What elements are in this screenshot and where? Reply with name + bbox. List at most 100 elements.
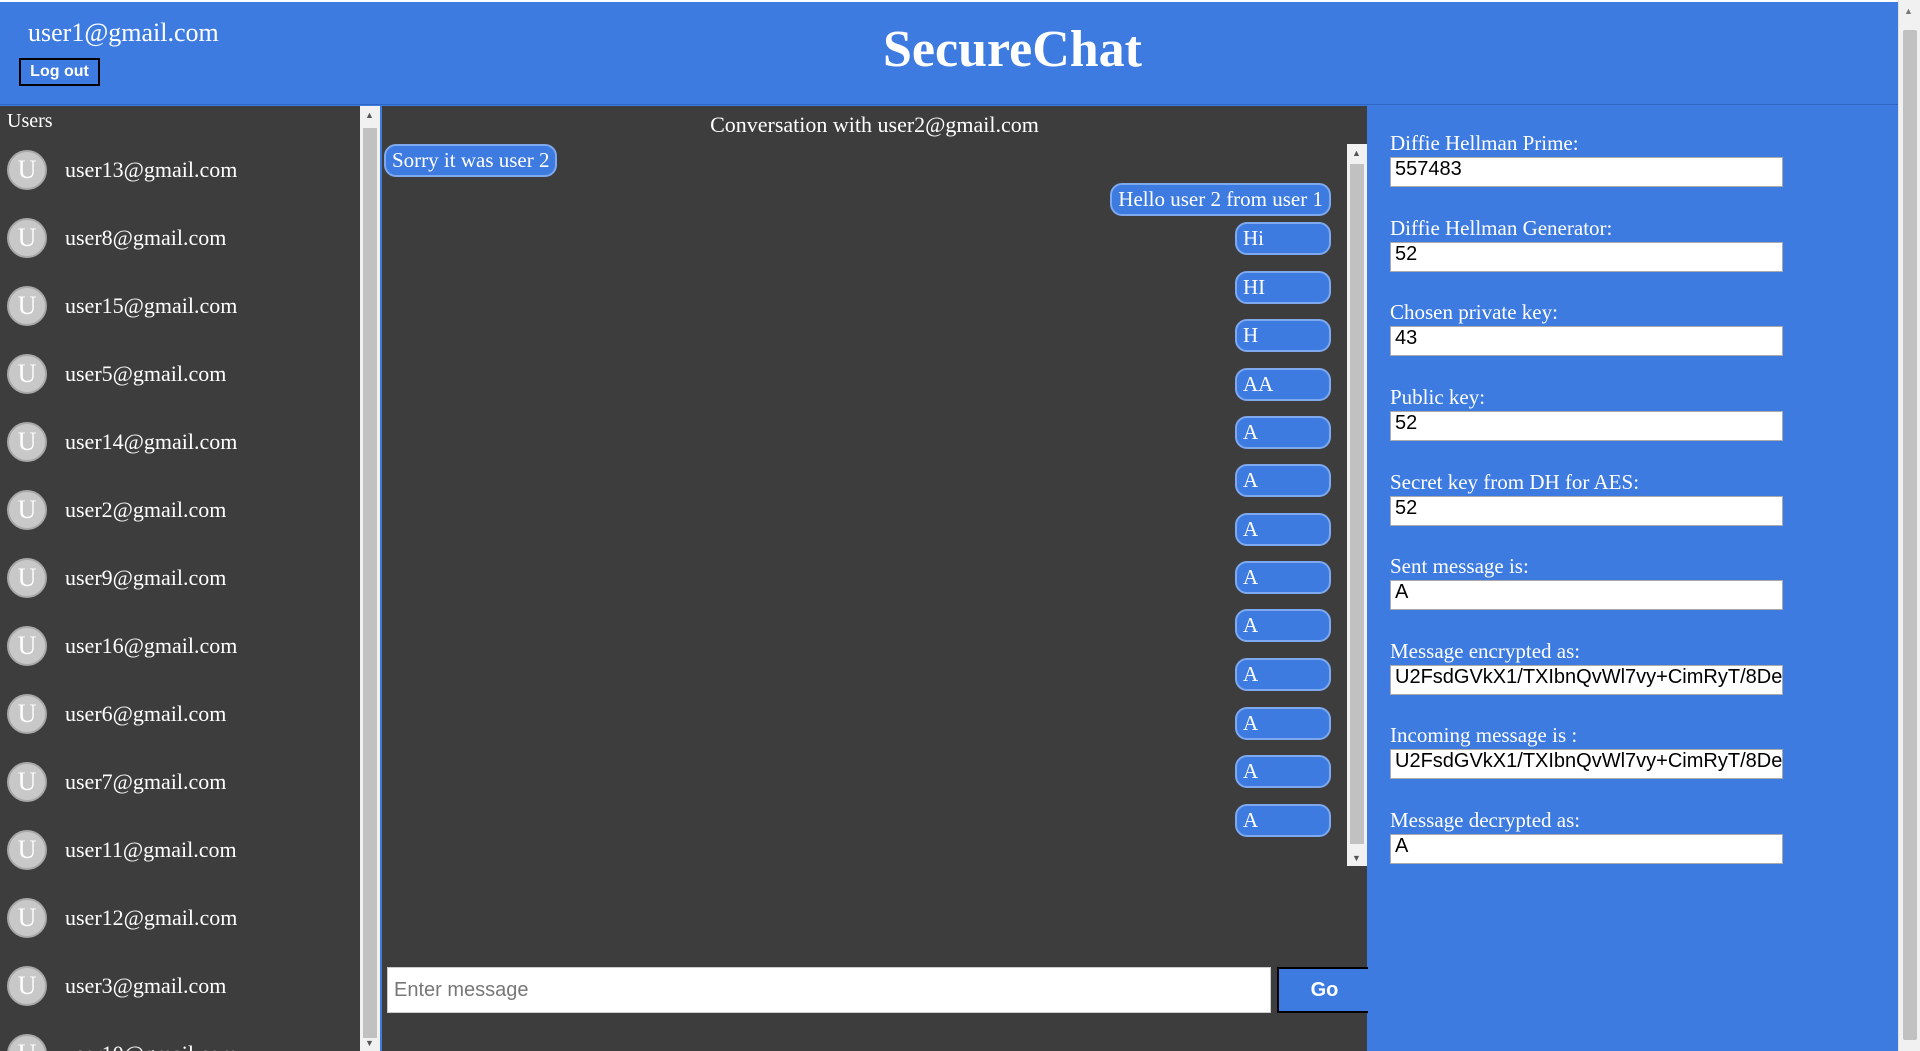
page-scrollbar[interactable]: ▲ — [1898, 0, 1920, 1051]
outgoing-message: Hi — [1235, 222, 1331, 255]
outgoing-message: A — [1235, 658, 1331, 691]
outgoing-message: HI — [1235, 271, 1331, 304]
field-label: Public key: — [1390, 385, 1486, 409]
field-label: Diffie Hellman Prime: — [1390, 131, 1579, 155]
avatar: U — [7, 966, 47, 1006]
field-label: Message decrypted as: — [1390, 808, 1581, 832]
users-scrollbar[interactable]: ▲ ▼ — [360, 106, 380, 1051]
private-key-value[interactable]: 43 — [1390, 326, 1783, 356]
user-list-item[interactable]: Uuser7@gmail.com — [0, 748, 360, 816]
user-email: user2@gmail.com — [65, 497, 227, 522]
avatar: U — [7, 558, 47, 598]
user-list-item[interactable]: Uuser13@gmail.com — [0, 136, 360, 204]
scrollbar-thumb[interactable] — [1350, 164, 1364, 844]
user-list-item[interactable]: Uuser11@gmail.com — [0, 816, 360, 884]
outgoing-message: A — [1235, 609, 1331, 642]
crypto-panel: Diffie Hellman Prime: 557483 Diffie Hellm… — [1368, 106, 1898, 1051]
send-button[interactable]: Go — [1277, 967, 1372, 1013]
decrypted-message-value[interactable]: A — [1390, 834, 1783, 864]
scroll-up-icon[interactable]: ▲ — [365, 110, 374, 120]
outgoing-message: A — [1235, 804, 1331, 837]
user-email: user12@gmail.com — [65, 905, 238, 930]
outgoing-message: Hello user 2 from user 1 — [1110, 183, 1331, 216]
user-email: user5@gmail.com — [65, 361, 227, 386]
scrollbar-thumb[interactable] — [1903, 30, 1917, 1040]
conversation-title: Conversation with user2@gmail.com — [710, 112, 1039, 137]
users-sidebar: Users Uuser13@gmail.com Uuser8@gmail.com… — [0, 106, 380, 1051]
outgoing-message: A — [1235, 513, 1331, 546]
avatar: U — [7, 490, 47, 530]
field-label: Incoming message is : — [1390, 723, 1578, 747]
dh-prime-value[interactable]: 557483 — [1390, 157, 1783, 187]
users-heading: Users — [7, 110, 53, 132]
incoming-message: Sorry it was user 2 — [384, 144, 558, 177]
avatar: U — [7, 218, 47, 258]
message-composer: Go — [387, 967, 1372, 1013]
outgoing-message: A — [1235, 755, 1331, 788]
outgoing-message: A — [1235, 464, 1331, 497]
messages-scrollbar[interactable]: ▲ ▼ — [1347, 144, 1367, 866]
field-label: Sent message is: — [1390, 554, 1529, 578]
user-list-item[interactable]: Uuser10@gmail.com — [0, 1020, 360, 1051]
outgoing-message: H — [1235, 319, 1331, 352]
private-key-field: Chosen private key: 43 — [1390, 300, 1790, 356]
user-list: Uuser13@gmail.com Uuser8@gmail.com Uuser… — [0, 136, 360, 1051]
user-list-item[interactable]: Uuser15@gmail.com — [0, 272, 360, 340]
message-input[interactable] — [387, 967, 1271, 1013]
avatar: U — [7, 354, 47, 394]
user-email: user3@gmail.com — [65, 973, 227, 998]
outgoing-message: A — [1235, 707, 1331, 740]
scroll-up-icon[interactable]: ▲ — [1904, 6, 1913, 16]
sent-message-value[interactable]: A — [1390, 580, 1783, 610]
outgoing-message: AA — [1235, 368, 1331, 401]
field-label: Secret key from DH for AES: — [1390, 470, 1640, 494]
chat-panel: Conversation with user2@gmail.com Sorry … — [382, 106, 1372, 1051]
incoming-message-value[interactable]: U2FsdGVkX1/TXIbnQvWl7vy+CimRyT/8De — [1390, 749, 1783, 779]
user-email: user7@gmail.com — [65, 769, 227, 794]
user-list-item[interactable]: Uuser14@gmail.com — [0, 408, 360, 476]
outgoing-message: A — [1235, 561, 1331, 594]
field-label: Message encrypted as: — [1390, 639, 1581, 663]
scrollbar-thumb[interactable] — [363, 128, 377, 1038]
encrypted-message-field: Message encrypted as: U2FsdGVkX1/TXIbnQvW… — [1390, 639, 1790, 695]
sent-message-field: Sent message is: A — [1390, 554, 1790, 610]
avatar: U — [7, 898, 47, 938]
user-list-item[interactable]: Uuser12@gmail.com — [0, 884, 360, 952]
user-email: user6@gmail.com — [65, 701, 227, 726]
user-list-item[interactable]: Uuser3@gmail.com — [0, 952, 360, 1020]
scroll-up-icon[interactable]: ▲ — [1352, 148, 1361, 158]
avatar: U — [7, 422, 47, 462]
user-list-item[interactable]: Uuser6@gmail.com — [0, 680, 360, 748]
avatar: U — [7, 762, 47, 802]
secret-key-value[interactable]: 52 — [1390, 496, 1783, 526]
dh-generator-field: Diffie Hellman Generator: 52 — [1390, 216, 1790, 272]
message-list: Sorry it was user 2 Hello user 2 from us… — [382, 144, 1347, 864]
user-list-item[interactable]: Uuser2@gmail.com — [0, 476, 360, 544]
app-header: user1@gmail.com Log out SecureChat — [0, 0, 1898, 105]
user-email: user15@gmail.com — [65, 293, 238, 318]
user-email: user8@gmail.com — [65, 225, 227, 250]
user-list-item[interactable]: Uuser8@gmail.com — [0, 204, 360, 272]
user-email: user14@gmail.com — [65, 429, 238, 454]
user-email: user16@gmail.com — [65, 633, 238, 658]
public-key-field: Public key: 52 — [1390, 385, 1790, 441]
user-list-item[interactable]: Uuser5@gmail.com — [0, 340, 360, 408]
field-label: Diffie Hellman Generator: — [1390, 216, 1613, 240]
scroll-down-icon[interactable]: ▼ — [365, 1038, 374, 1048]
field-label: Chosen private key: — [1390, 300, 1558, 324]
public-key-value[interactable]: 52 — [1390, 411, 1783, 441]
scroll-down-icon[interactable]: ▼ — [1352, 853, 1361, 863]
avatar: U — [7, 150, 47, 190]
securechat-app: user1@gmail.com Log out SecureChat Users… — [0, 0, 1898, 1051]
avatar: U — [7, 286, 47, 326]
dh-prime-field: Diffie Hellman Prime: 557483 — [1390, 131, 1790, 187]
incoming-message-field: Incoming message is : U2FsdGVkX1/TXIbnQvW… — [1390, 723, 1790, 779]
user-list-item[interactable]: Uuser9@gmail.com — [0, 544, 360, 612]
user-email: user9@gmail.com — [65, 565, 227, 590]
dh-generator-value[interactable]: 52 — [1390, 242, 1783, 272]
user-email: user10@gmail.com — [65, 1041, 237, 1051]
encrypted-message-value[interactable]: U2FsdGVkX1/TXIbnQvWl7vy+CimRyT/8De — [1390, 665, 1783, 695]
decrypted-message-field: Message decrypted as: A — [1390, 808, 1790, 864]
user-list-item[interactable]: Uuser16@gmail.com — [0, 612, 360, 680]
avatar: U — [7, 626, 47, 666]
